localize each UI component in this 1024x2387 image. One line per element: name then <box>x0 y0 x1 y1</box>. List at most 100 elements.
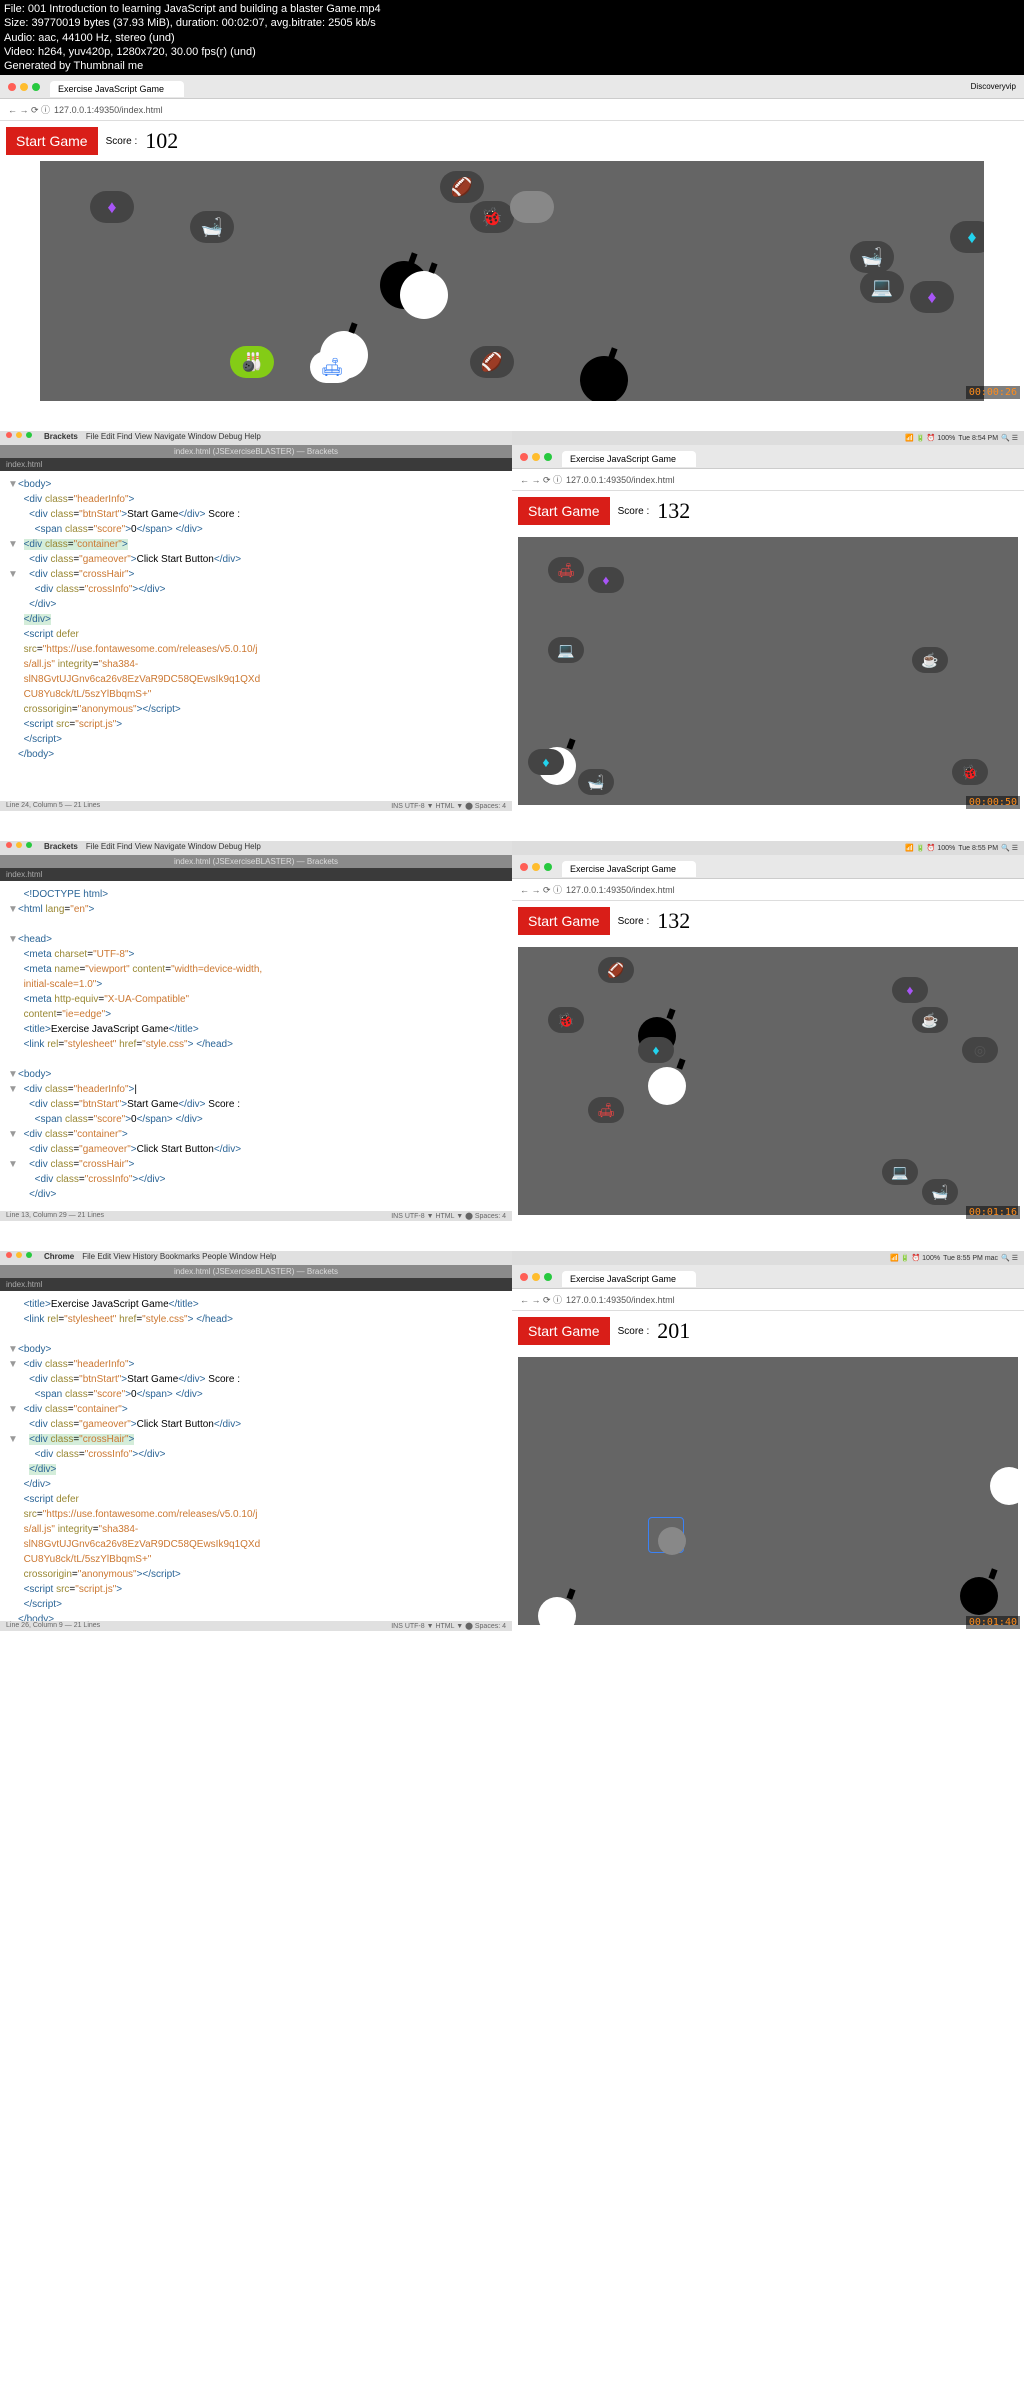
game-canvas[interactable]: 🏈 ♦ 🐞 ☕ ♦ ◎ 🛋 🛁 💻 <box>518 947 1018 1215</box>
menubar[interactable]: ChromeFile Edit View History Bookmarks P… <box>0 1251 512 1265</box>
timestamp: 00:00:50 <box>966 796 1020 809</box>
couch-icon[interactable]: 🛋 <box>548 557 584 583</box>
file-tab[interactable]: index.html <box>0 868 512 881</box>
football-icon[interactable]: 🏈 <box>598 957 634 983</box>
close-icon[interactable] <box>8 83 16 91</box>
window-title: index.html (JSExerciseBLASTER) — Bracket… <box>0 1265 512 1278</box>
football-icon[interactable]: 🏈 <box>440 171 484 203</box>
bug-icon[interactable]: 🐞 <box>548 1007 584 1033</box>
coffee-icon[interactable]: ☕ <box>912 647 948 673</box>
gem-icon[interactable]: ♦ <box>90 191 134 223</box>
url-text: 127.0.0.1:49350/index.html <box>54 105 163 115</box>
bug-icon[interactable]: 🐞 <box>470 201 514 233</box>
coffee-icon[interactable]: ☕ <box>912 1007 948 1033</box>
browser-preview: 📶 🔋 ⏰ 100% Tue 8:55 PM mac 🔍 ☰ Exercise … <box>512 1251 1024 1631</box>
score-value: 132 <box>657 908 690 934</box>
bomb-icon[interactable] <box>400 271 448 319</box>
brackets-editor: ChromeFile Edit View History Bookmarks P… <box>0 1251 512 1631</box>
menubar[interactable]: Brackets File Edit Find View Navigate Win… <box>0 431 512 445</box>
start-game-button[interactable]: Start Game <box>518 1317 610 1345</box>
gem-icon[interactable]: ♦ <box>950 221 984 253</box>
status-left: Line 24, Column 5 — 21 Lines <box>6 802 100 810</box>
code-editor[interactable]: <!DOCTYPE html>▼<html lang="en"> ▼<head>… <box>0 881 512 1211</box>
score-value: 132 <box>657 498 690 524</box>
address-bar[interactable]: ← → ⟳ ⓘ 127.0.0.1:49350/index.html <box>512 1289 1024 1311</box>
meta-gen: Generated by Thumbnail me <box>4 59 1020 73</box>
couch-icon[interactable]: 🛋 <box>588 1097 624 1123</box>
bathtub-icon[interactable]: 🛁 <box>850 241 894 273</box>
menubar[interactable]: BracketsFile Edit Find View Navigate Win… <box>0 841 512 855</box>
brackets-editor: Brackets File Edit Find View Navigate Win… <box>0 431 512 811</box>
score-label: Score : <box>106 136 138 147</box>
gem-icon[interactable]: ♦ <box>528 749 564 775</box>
app-name: Brackets <box>44 432 78 444</box>
status-bar: Line 24, Column 5 — 21 Lines INS UTF-8 ▼ … <box>0 801 512 811</box>
status-bar: Line 13, Column 29 — 21 LinesINS UTF-8 ▼… <box>0 1211 512 1221</box>
gem-icon[interactable]: ♦ <box>638 1037 674 1063</box>
game-header: Start Game Score : 102 <box>0 121 1024 161</box>
bomb-icon[interactable] <box>648 1067 686 1105</box>
browser-tab[interactable]: Exercise JavaScript Game <box>562 1271 696 1287</box>
file-metadata: File: 001 Introduction to learning JavaS… <box>0 0 1024 75</box>
address-bar[interactable]: ← → ⟳ ⓘ 127.0.0.1:49350/index.html <box>512 879 1024 901</box>
meta-size: Size: 39770019 bytes (37.93 MiB), durati… <box>4 16 1020 30</box>
meta-file: File: 001 Introduction to learning JavaS… <box>4 2 1020 16</box>
code-editor[interactable]: ▼<body> <div class="headerInfo"> <div cl… <box>0 471 512 801</box>
maximize-icon[interactable] <box>32 83 40 91</box>
minimize-icon[interactable] <box>20 83 28 91</box>
status-bar: Line 26, Column 9 — 21 LinesINS UTF-8 ▼ … <box>0 1621 512 1631</box>
extension-label: Discoveryvip <box>971 82 1016 91</box>
window-title: index.html (JSExerciseBLASTER) — Bracket… <box>0 855 512 868</box>
game-canvas[interactable]: 🛋 ♦ 💻 ☕ ♦ 🛁 🐞 <box>518 537 1018 805</box>
meta-audio: Audio: aac, 44100 Hz, stereo (und) <box>4 31 1020 45</box>
frame-4: ChromeFile Edit View History Bookmarks P… <box>0 1251 1024 1631</box>
browser-chrome: Exercise JavaScript Game Discoveryvip <box>0 75 1024 99</box>
start-game-button[interactable]: Start Game <box>518 907 610 935</box>
bowling-icon[interactable]: 🎳 <box>230 346 274 378</box>
timestamp: 00:00:26 <box>966 386 1020 399</box>
laptop-icon[interactable]: 💻 <box>882 1159 918 1185</box>
target-icon[interactable]: ◎ <box>962 1037 998 1063</box>
bathtub-icon[interactable]: 🛁 <box>922 1179 958 1205</box>
timestamp: 00:01:16 <box>966 1206 1020 1219</box>
football-icon[interactable]: 🏈 <box>470 346 514 378</box>
circle-icon[interactable] <box>510 191 554 223</box>
score-value: 102 <box>145 128 178 154</box>
status-right: INS UTF-8 ▼ HTML ▼ ⬤ Spaces: 4 <box>391 802 506 810</box>
start-game-button[interactable]: Start Game <box>518 497 610 525</box>
frame-3: BracketsFile Edit Find View Navigate Win… <box>0 841 1024 1221</box>
game-canvas[interactable] <box>518 1357 1018 1625</box>
file-tab[interactable]: index.html <box>0 458 512 471</box>
start-game-button[interactable]: Start Game <box>6 127 98 155</box>
couch-icon[interactable]: 🛋 <box>310 351 354 383</box>
bomb-icon[interactable] <box>538 1597 576 1625</box>
file-tab[interactable]: index.html <box>0 1278 512 1291</box>
bathtub-icon[interactable]: 🛁 <box>578 769 614 795</box>
game-canvas[interactable]: ♦ 🛁 🏈 🐞 🛁 💻 ♦ ♦ 🎳 🏈 🛋 <box>40 161 984 401</box>
mac-menubar: 📶 🔋 ⏰ 100% Tue 8:55 PM mac 🔍 ☰ <box>512 1251 1024 1265</box>
bomb-icon[interactable] <box>580 356 628 401</box>
frame-1: Exercise JavaScript Game Discoveryvip ← … <box>0 75 1024 401</box>
window-title: index.html (JSExerciseBLASTER) — Bracket… <box>0 445 512 458</box>
score-value: 201 <box>657 1318 690 1344</box>
menu-items[interactable]: File Edit Find View Navigate Window Debu… <box>86 432 261 444</box>
bomb-icon[interactable] <box>990 1467 1018 1505</box>
browser-preview: 📶 🔋 ⏰ 100% Tue 8:55 PM 🔍 ☰ Exercise Java… <box>512 841 1024 1221</box>
gem-icon[interactable]: ♦ <box>892 977 928 1003</box>
laptop-icon[interactable]: 💻 <box>548 637 584 663</box>
bug-icon[interactable]: 🐞 <box>952 759 988 785</box>
timestamp: 00:01:40 <box>966 1616 1020 1629</box>
browser-tab[interactable]: Exercise JavaScript Game <box>562 861 696 877</box>
frame-2: Brackets File Edit Find View Navigate Win… <box>0 431 1024 811</box>
browser-tab[interactable]: Exercise JavaScript Game <box>562 451 696 467</box>
address-bar[interactable]: ← → ⟳ ⓘ 127.0.0.1:49350/index.html <box>512 469 1024 491</box>
address-bar[interactable]: ← → ⟳ ⓘ 127.0.0.1:49350/index.html <box>0 99 1024 121</box>
gem-icon[interactable]: ♦ <box>910 281 954 313</box>
code-editor[interactable]: <title>Exercise JavaScript Game</title> … <box>0 1291 512 1621</box>
browser-tab[interactable]: Exercise JavaScript Game <box>50 81 184 97</box>
browser-preview: 📶 🔋 ⏰ 100% Tue 8:54 PM 🔍 ☰ Exercise Java… <box>512 431 1024 811</box>
gem-icon[interactable]: ♦ <box>588 567 624 593</box>
bomb-icon[interactable] <box>960 1577 998 1615</box>
bathtub-icon[interactable]: 🛁 <box>190 211 234 243</box>
laptop-icon[interactable]: 💻 <box>860 271 904 303</box>
